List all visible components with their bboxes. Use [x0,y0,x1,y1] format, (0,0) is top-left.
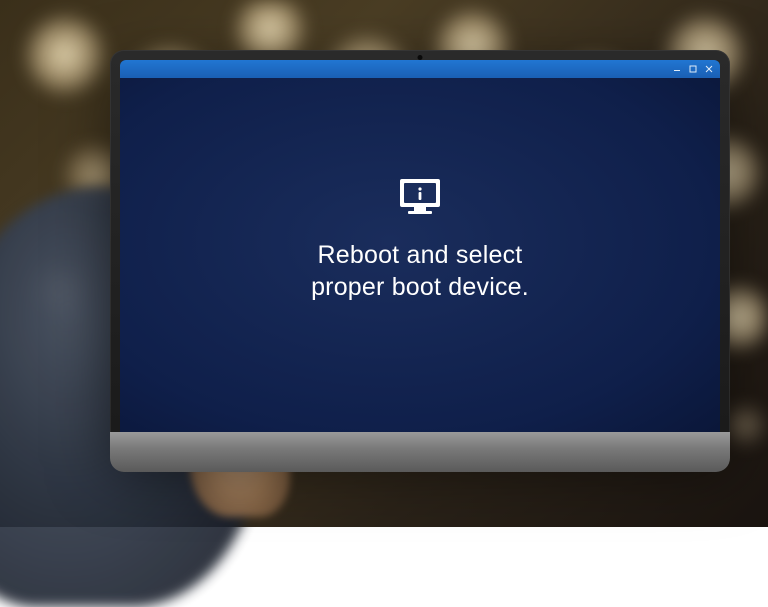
monitor-bezel: Reboot and select proper boot device. [110,50,730,450]
photo-scene: Reboot and select proper boot device. [0,0,768,527]
monitor-alert-icon [394,175,446,223]
desktop-monitor: Reboot and select proper boot device. [110,50,730,480]
close-icon[interactable] [704,65,714,73]
error-line-2: proper boot device. [311,271,529,304]
boot-error-screen: Reboot and select proper boot device. [120,78,720,440]
monitor-screen: Reboot and select proper boot device. [120,60,720,440]
maximize-icon[interactable] [688,65,698,73]
window-controls [672,65,714,73]
boot-error-message: Reboot and select proper boot device. [311,239,529,304]
monitor-chin [110,432,730,472]
minimize-icon[interactable] [672,65,682,73]
window-title-bar [120,60,720,78]
error-line-1: Reboot and select [318,241,523,269]
